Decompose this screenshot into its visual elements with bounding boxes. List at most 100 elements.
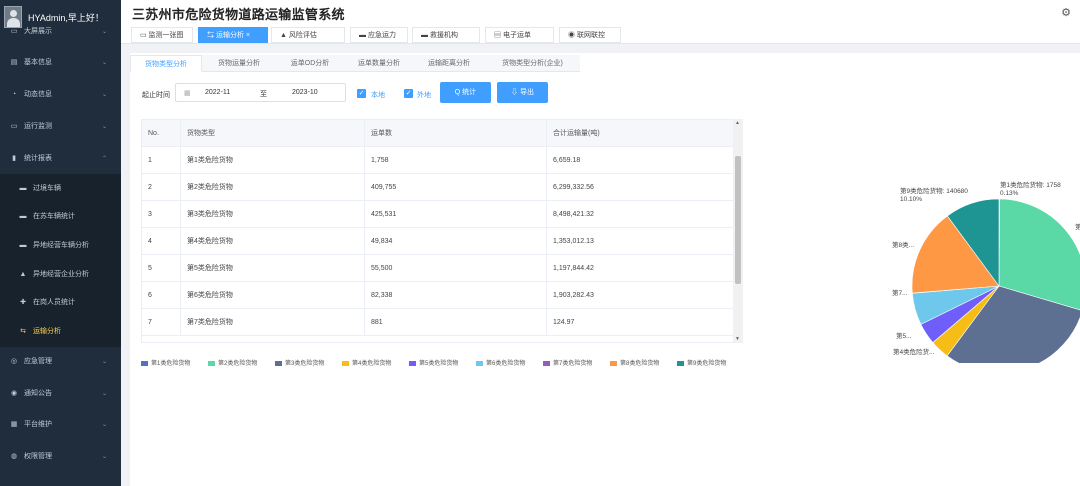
subtab-4[interactable]: 运单数量分析	[345, 55, 413, 72]
start-date[interactable]: 2022-11	[205, 89, 230, 96]
tab-3[interactable]: ▲ 风险评估	[271, 27, 345, 43]
bar-chart: 0200004000060000800001749326686426768156…	[130, 366, 1080, 486]
gear-icon[interactable]: ⚙	[1061, 6, 1071, 19]
menu-icon: ▲	[19, 271, 27, 278]
external-checkbox[interactable]: ✓	[404, 89, 413, 98]
sidebar-item-12[interactable]: ◎ 应急管理 ⌄	[0, 347, 121, 377]
table-cell: 82,338	[365, 282, 547, 309]
sidebar-item-15[interactable]: ◍ 权限管理 ⌄	[0, 442, 121, 472]
sidebar-item-label: 大屏展示	[24, 28, 52, 35]
tab-2[interactable]: ⇆ 运输分析 ×	[198, 27, 268, 43]
scroll-down-icon[interactable]: ▼	[735, 336, 740, 342]
sidebar-item-2[interactable]: ▤ 基本信息 ⌄	[0, 48, 121, 78]
table-cell: 6,299,332.56	[547, 174, 742, 201]
menu-icon: ◔	[11, 91, 17, 98]
app-window: HYAdmin,早上好！ ▭ 大屏展示 ⌄ ▤ 基本信息 ⌄ ◔ 动态信息 ⌄ ▭ 运行监测 ⌄ ▮ 统计…	[0, 0, 1080, 486]
tab-6[interactable]: ▤ 电子运单	[485, 27, 554, 43]
table-cell: 5	[142, 255, 181, 282]
top-bar: 三苏州市危险货物道路运输监管系统 ⚙	[121, 0, 1080, 25]
table-row[interactable]: 4 第4类危险货物 49,834 1,353,012.13	[142, 228, 742, 255]
tab-4[interactable]: ▬ 应急运力	[350, 27, 408, 43]
table-row[interactable]: 7 第7类危险货物 881 124.97	[142, 309, 742, 336]
table-cell: 1,758	[365, 147, 547, 174]
sidebar-item-4[interactable]: ▭ 运行监测 ⌄	[0, 112, 121, 142]
end-date[interactable]: 2023-10	[292, 89, 318, 96]
table-cell: 第4类危险货物	[181, 228, 365, 255]
sidebar-item-label: 运输分析	[33, 328, 61, 335]
sidebar-item-10[interactable]: ✚ 在岗人员统计	[0, 288, 121, 318]
pie-label: 10.10%	[900, 196, 922, 203]
menu-icon: ◉	[10, 390, 18, 397]
date-separator: 至	[260, 91, 267, 98]
stat-button[interactable]: Q 统计	[440, 82, 491, 103]
sidebar-item-3[interactable]: ◔ 动态信息 ⌄	[0, 80, 121, 110]
table-cell: 第2类危险货物	[181, 174, 365, 201]
date-range-label: 起止时间	[142, 92, 170, 99]
menu-icon: ◎	[10, 358, 18, 365]
table-cell: 8,498,421.32	[547, 201, 742, 228]
sidebar-item-7[interactable]: ▬ 在苏车辆统计	[0, 202, 121, 232]
column-header: 运单数	[365, 120, 547, 147]
table-cell: 第5类危险货物	[181, 255, 365, 282]
sidebar-item-8[interactable]: ▬ 异地经营车辆分析	[0, 231, 121, 261]
chevron-icon: ⌄	[101, 391, 107, 397]
sidebar-item-9[interactable]: ▲ 异地经营企业分析	[0, 260, 121, 290]
local-label: 本地	[371, 92, 385, 99]
column-header: 货物类型	[181, 120, 365, 147]
table-cell: 1,903,282.43	[547, 282, 742, 309]
sidebar-item-14[interactable]: ▦ 平台维护 ⌄	[0, 410, 121, 440]
sidebar-item-label: 异地经营车辆分析	[33, 242, 89, 249]
pie-label: 第8类...	[892, 240, 914, 249]
table-cell: 1,197,844.42	[547, 255, 742, 282]
menu-icon: ✚	[20, 299, 26, 306]
scrollbar-thumb[interactable]	[735, 156, 741, 284]
local-checkbox[interactable]: ✓	[357, 89, 366, 98]
cargo-table: No. 货物类型 运单数 合计运输量(吨) 1 第1类危险货物 1,758 6,659.18…	[141, 119, 743, 343]
menu-icon: ▬	[19, 185, 27, 192]
table-cell: 6	[142, 282, 181, 309]
subtab-2[interactable]: 货物运量分析	[203, 55, 275, 72]
subtab-1[interactable]: 货物类型分析	[130, 55, 202, 72]
date-range-picker[interactable]: ▦ 2022-11 至 2023-10	[175, 83, 346, 102]
sidebar-item-label: 异地经营企业分析	[33, 271, 89, 278]
table-row[interactable]: 3 第3类危险货物 425,531 8,498,421.32	[142, 201, 742, 228]
sidebar-item-11[interactable]: ⇆ 运输分析	[0, 317, 121, 347]
sidebar-item-label: 权限管理	[24, 453, 52, 460]
menu-icon: ▭	[10, 28, 18, 35]
sidebar-item-5[interactable]: ▮ 统计报表 ⌃	[0, 144, 121, 174]
table-row[interactable]: 6 第6类危险货物 82,338 1,903,282.43	[142, 282, 742, 309]
column-header: 合计运输量(吨)	[547, 120, 742, 147]
subtab-3[interactable]: 运单OD分析	[276, 55, 344, 72]
table-row[interactable]: 2 第2类危险货物 409,755 6,299,332.56	[142, 174, 742, 201]
table-row[interactable]: 5 第5类危险货物 55,500 1,197,844.42	[142, 255, 742, 282]
menu-icon: ▤	[10, 59, 18, 66]
chevron-icon: ⌄	[101, 359, 107, 365]
sidebar-item-13[interactable]: ◉ 通知公告 ⌄	[0, 379, 121, 409]
tab-1[interactable]: ▭ 监测一张图	[131, 27, 193, 43]
sidebar-item-label: 通知公告	[24, 390, 52, 397]
subtab-5[interactable]: 运输距离分析	[414, 55, 484, 72]
pie-label: 第5...	[896, 331, 912, 340]
tab-7[interactable]: ◉ 联网联控	[559, 27, 621, 43]
menu-icon: ⇆	[20, 328, 26, 335]
tab-bar: ▭ 监测一张图 ⇆ 运输分析 × ▲ 风险评估 ▬ 应急运力 ▬ 救援机构 ▤ 电子运单 ◉…	[121, 25, 1080, 44]
page-title: 三苏州市危险货物道路运输监管系统	[132, 7, 345, 22]
table-scrollbar[interactable]: ▲ ▼	[733, 119, 743, 343]
tab-5[interactable]: ▬ 救援机构	[412, 27, 480, 43]
export-button[interactable]: ⇩ 导出	[497, 82, 548, 103]
sidebar-item-label: 应急管理	[24, 358, 52, 365]
table-row[interactable]: 1 第1类危险货物 1,758 6,659.18	[142, 147, 742, 174]
sidebar-item-6[interactable]: ▬ 过境车辆	[0, 174, 121, 204]
chevron-icon: ⌃	[101, 156, 107, 162]
scroll-up-icon[interactable]: ▲	[735, 120, 740, 126]
table-cell: 7	[142, 309, 181, 336]
sidebar-item-label: 在苏车辆统计	[33, 213, 75, 220]
sidebar-item-1[interactable]: ▭ 大屏展示 ⌄	[0, 17, 121, 47]
menu-icon: ◍	[10, 453, 18, 460]
pie-label: 第1类危险货物: 1758	[1000, 180, 1061, 189]
menu-icon: ▦	[10, 421, 18, 428]
table-cell: 124.97	[547, 309, 742, 336]
menu-icon: ▬	[19, 213, 27, 220]
chevron-icon: ⌄	[101, 124, 107, 130]
subtab-6[interactable]: 货物类型分析(企业)	[485, 55, 580, 72]
